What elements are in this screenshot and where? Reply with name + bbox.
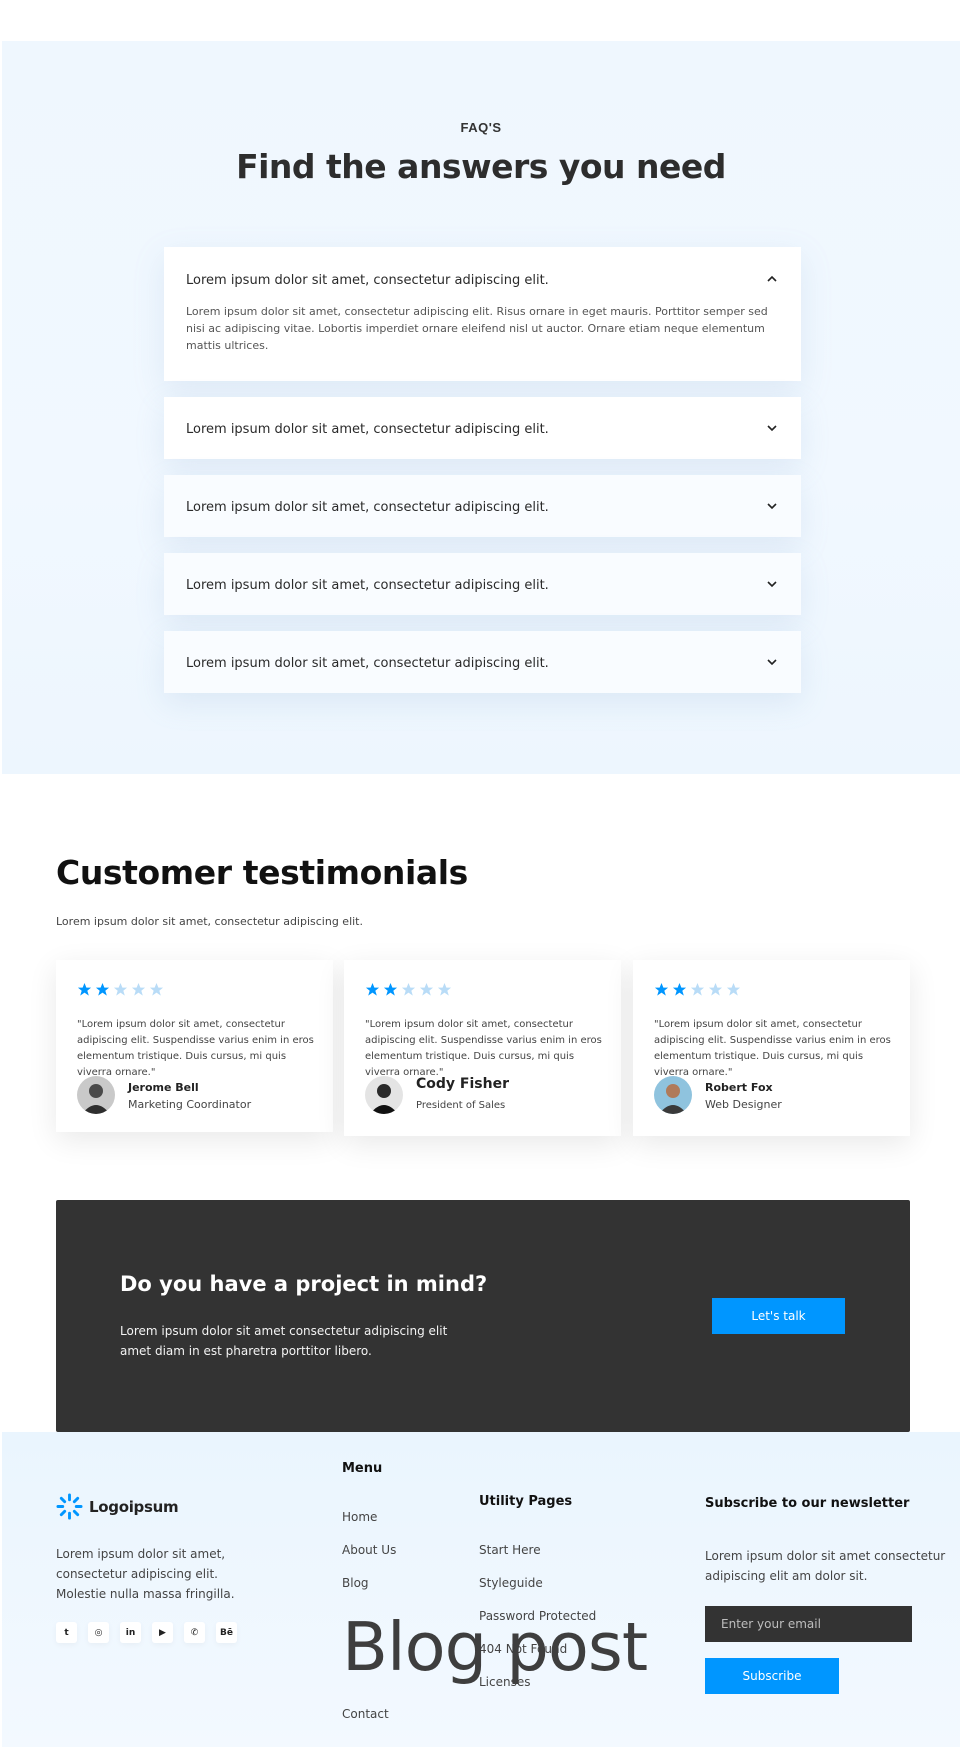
email-field[interactable] — [705, 1606, 912, 1642]
behance-icon[interactable]: Bē — [216, 1622, 237, 1643]
footer-link-styleguide[interactable]: Styleguide — [479, 1576, 543, 1590]
testimonials-subtitle: Lorem ipsum dolor sit amet, consectetur … — [56, 915, 363, 928]
faq-question: Lorem ipsum dolor sit amet, consectetur … — [186, 273, 549, 288]
footer-about: Lorem ipsum dolor sit amet, consectetur … — [56, 1547, 235, 1601]
testimonial-card: "Lorem ipsum dolor sit amet, consectetur… — [633, 960, 910, 1136]
faq-answer: Lorem ipsum dolor sit amet, consectetur … — [186, 305, 768, 352]
footer-link-password-protected[interactable]: Password Protected — [479, 1609, 596, 1623]
faq-title: Find the answers you need — [236, 147, 726, 186]
star-filled-icon — [365, 982, 380, 996]
chevron-down-icon[interactable] — [765, 655, 779, 669]
footer-link-start-here[interactable]: Start Here — [479, 1543, 541, 1557]
faq-question: Lorem ipsum dolor sit amet, consectetur … — [186, 500, 549, 515]
star-empty-icon — [131, 982, 146, 996]
faq-section: FAQ'S Find the answers you need Lorem ip… — [2, 41, 960, 774]
instagram-icon[interactable]: ◎ — [88, 1622, 109, 1643]
newsletter-text: Lorem ipsum dolor sit amet consectetur a… — [705, 1549, 946, 1583]
person-role: Marketing Coordinator — [128, 1098, 252, 1111]
person-role: Web Designer — [705, 1098, 782, 1111]
person-name: Cody Fisher — [416, 1076, 509, 1092]
faq-question: Lorem ipsum dolor sit amet, consectetur … — [186, 578, 549, 593]
testimonial-quote: "Lorem ipsum dolor sit amet, consectetur… — [654, 1019, 891, 1078]
star-filled-icon — [95, 982, 110, 996]
faq-question: Lorem ipsum dolor sit amet, consectetur … — [186, 656, 549, 671]
footer-link-about[interactable]: About Us — [342, 1543, 396, 1557]
faq-item-4[interactable]: Lorem ipsum dolor sit amet, consectetur … — [164, 553, 801, 615]
star-empty-icon — [708, 982, 723, 996]
star-filled-icon — [77, 982, 92, 996]
cta-text: Lorem ipsum dolor sit amet consectetur a… — [120, 1324, 448, 1358]
utility-pages-title: Utility Pages — [479, 1494, 573, 1509]
lets-talk-button[interactable]: Let's talk — [712, 1298, 845, 1334]
star-empty-icon — [149, 982, 164, 996]
faq-item-2[interactable]: Lorem ipsum dolor sit amet, consectetur … — [164, 397, 801, 459]
star-empty-icon — [690, 982, 705, 996]
social-links: t ◎ in ▶ ✆ Bē — [56, 1622, 237, 1643]
youtube-icon[interactable]: ▶ — [152, 1622, 173, 1643]
newsletter-title: Subscribe to our newsletter — [705, 1496, 910, 1511]
avatar — [654, 1076, 692, 1114]
footer-link-404[interactable]: 404 Not Found — [479, 1642, 567, 1656]
person-role: President of Sales — [416, 1100, 506, 1111]
person-name: Jerome Bell — [128, 1081, 199, 1094]
chevron-up-icon[interactable] — [765, 272, 779, 286]
logo-icon — [56, 1493, 83, 1520]
footer-link-licenses[interactable]: Licenses — [479, 1675, 531, 1689]
testimonial-quote: "Lorem ipsum dolor sit amet, consectetur… — [365, 1019, 602, 1078]
footer-link-contact[interactable]: Contact — [342, 1707, 389, 1721]
star-filled-icon — [383, 982, 398, 996]
star-empty-icon — [113, 982, 128, 996]
menu-title: Menu — [342, 1461, 383, 1476]
cta-title: Do you have a project in mind? — [120, 1272, 488, 1296]
testimonial-quote: "Lorem ipsum dolor sit amet, consectetur… — [77, 1019, 314, 1078]
avatar — [77, 1076, 115, 1114]
faq-item-1[interactable]: Lorem ipsum dolor sit amet, consectetur … — [164, 247, 801, 381]
star-empty-icon — [726, 982, 741, 996]
logo[interactable]: Logoipsum — [56, 1493, 179, 1520]
avatar — [365, 1076, 403, 1114]
whatsapp-icon[interactable]: ✆ — [184, 1622, 205, 1643]
star-rating — [654, 982, 741, 997]
faq-question: Lorem ipsum dolor sit amet, consectetur … — [186, 422, 549, 437]
faq-item-3[interactable]: Lorem ipsum dolor sit amet, consectetur … — [164, 475, 801, 537]
star-empty-icon — [401, 982, 416, 996]
faq-item-5[interactable]: Lorem ipsum dolor sit amet, consectetur … — [164, 631, 801, 693]
person-name: Robert Fox — [705, 1081, 773, 1094]
chevron-down-icon[interactable] — [765, 499, 779, 513]
star-filled-icon — [672, 982, 687, 996]
testimonial-card: "Lorem ipsum dolor sit amet, consectetur… — [344, 960, 621, 1136]
star-empty-icon — [437, 982, 452, 996]
star-empty-icon — [419, 982, 434, 996]
footer: Logoipsum Lorem ipsum dolor sit amet, co… — [2, 1432, 960, 1747]
cta-banner: Do you have a project in mind? Lorem ips… — [56, 1200, 910, 1432]
footer-link-home[interactable]: Home — [342, 1510, 377, 1524]
chevron-down-icon[interactable] — [765, 421, 779, 435]
subscribe-button[interactable]: Subscribe — [705, 1658, 839, 1694]
testimonials-title: Customer testimonials — [56, 853, 468, 892]
star-rating — [365, 982, 452, 997]
faq-eyebrow: FAQ'S — [460, 120, 502, 135]
twitter-icon[interactable]: t — [56, 1622, 77, 1643]
chevron-down-icon[interactable] — [765, 577, 779, 591]
footer-link-blog[interactable]: Blog — [342, 1576, 369, 1590]
linkedin-icon[interactable]: in — [120, 1622, 141, 1643]
logo-text: Logoipsum — [89, 1497, 179, 1516]
star-filled-icon — [654, 982, 669, 996]
testimonial-card: "Lorem ipsum dolor sit amet, consectetur… — [56, 960, 333, 1132]
star-rating — [77, 982, 164, 997]
